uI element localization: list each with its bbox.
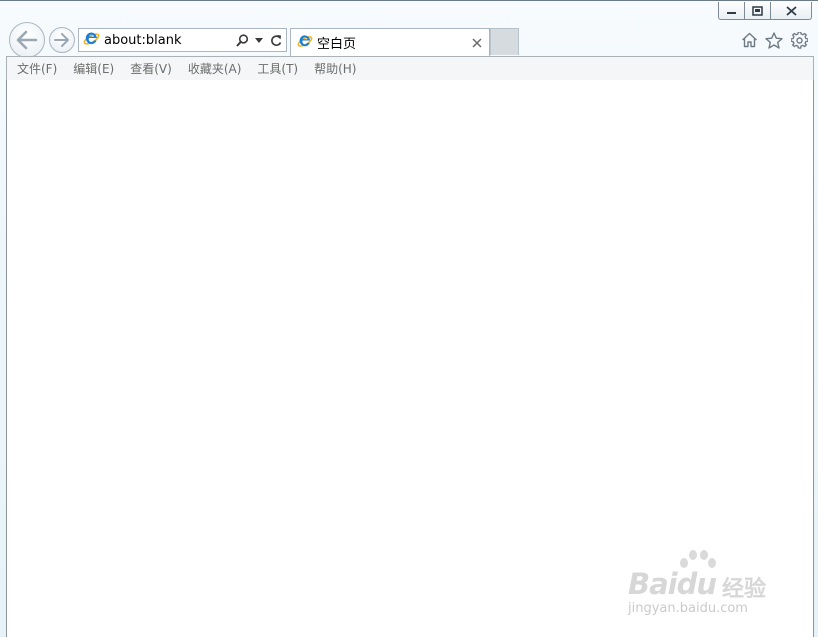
dropdown-arrow-icon[interactable] bbox=[252, 30, 266, 50]
address-bar[interactable]: about:blank bbox=[78, 28, 287, 52]
menu-edit[interactable]: 编辑(E) bbox=[73, 60, 114, 77]
menu-view[interactable]: 查看(V) bbox=[130, 60, 172, 77]
url-text[interactable]: about:blank bbox=[104, 33, 235, 48]
favorites-star-icon[interactable] bbox=[765, 31, 783, 49]
back-button[interactable] bbox=[9, 22, 45, 58]
back-arrow-icon bbox=[16, 30, 38, 50]
menu-bar: 文件(F) 编辑(E) 查看(V) 收藏夹(A) 工具(T) 帮助(H) bbox=[6, 56, 814, 81]
close-button[interactable] bbox=[770, 2, 812, 20]
menu-help[interactable]: 帮助(H) bbox=[314, 60, 356, 77]
menu-favorites[interactable]: 收藏夹(A) bbox=[188, 60, 242, 77]
tab-label: 空白页 bbox=[317, 37, 357, 52]
settings-gear-icon[interactable] bbox=[790, 31, 808, 49]
restore-button[interactable] bbox=[744, 2, 771, 20]
caption-buttons bbox=[718, 2, 812, 20]
baidu-jingyan-watermark: Baidu 经验 jingyan.baidu.com bbox=[628, 549, 778, 621]
tab-close-icon[interactable] bbox=[471, 37, 483, 49]
close-icon bbox=[785, 5, 797, 16]
ie-logo-icon bbox=[297, 33, 313, 53]
restore-icon bbox=[752, 5, 763, 16]
forward-arrow-icon bbox=[54, 33, 69, 47]
ie-logo-icon bbox=[83, 30, 100, 51]
minimize-button[interactable] bbox=[718, 2, 745, 20]
watermark-brand-cn: 经验 bbox=[722, 577, 767, 602]
command-icons bbox=[740, 31, 808, 49]
menu-tools[interactable]: 工具(T) bbox=[257, 60, 298, 77]
search-icon[interactable] bbox=[235, 30, 249, 50]
new-tab-button[interactable] bbox=[490, 28, 519, 55]
refresh-icon[interactable] bbox=[269, 30, 283, 50]
minimize-icon bbox=[726, 11, 736, 14]
tab-blank-page[interactable]: 空白页 bbox=[290, 28, 490, 56]
forward-button[interactable] bbox=[49, 27, 75, 53]
watermark-url: jingyan.baidu.com bbox=[628, 601, 748, 616]
home-icon[interactable] bbox=[740, 31, 758, 49]
browser-window: about:blank 空白页 文件(F) 编辑(E) 查看(V) 收藏夹(A)… bbox=[0, 0, 818, 637]
menu-file[interactable]: 文件(F) bbox=[17, 60, 57, 77]
watermark-brand: Baidu bbox=[628, 567, 717, 601]
